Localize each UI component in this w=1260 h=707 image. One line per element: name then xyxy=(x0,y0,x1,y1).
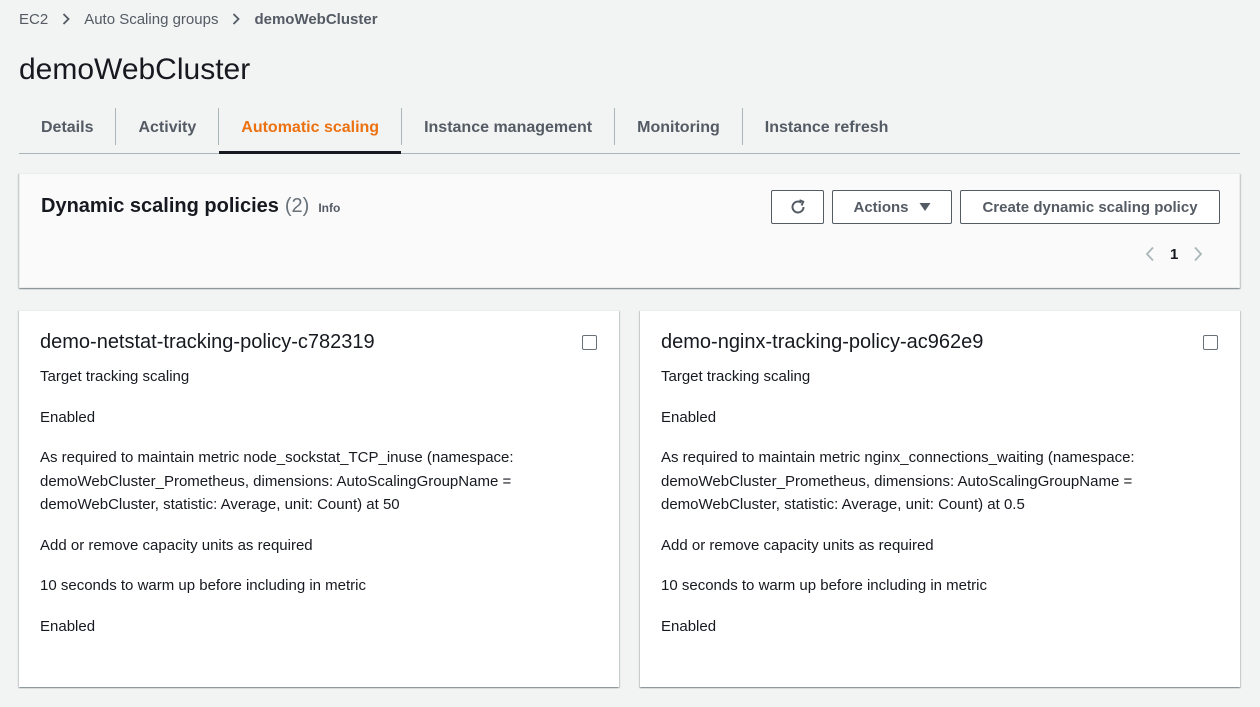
info-link[interactable]: Info xyxy=(318,201,340,215)
policy-name: demo-nginx-tracking-policy-ac962e9 xyxy=(661,331,984,353)
chevron-right-icon xyxy=(230,13,242,25)
breadcrumb-auto-scaling-groups[interactable]: Auto Scaling groups xyxy=(84,11,218,28)
breadcrumb: EC2 Auto Scaling groups demoWebCluster xyxy=(19,9,378,29)
refresh-icon xyxy=(789,198,807,216)
page-number[interactable]: 1 xyxy=(1170,246,1178,263)
policy-capacity: Add or remove capacity units as required xyxy=(40,536,313,554)
policy-description: As required to maintain metric nginx_con… xyxy=(661,449,1135,513)
policy-status: Enabled xyxy=(40,408,96,426)
policy-card: demo-netstat-tracking-policy-c782319 Tar… xyxy=(19,310,619,687)
tab-instance-management[interactable]: Instance management xyxy=(402,102,614,153)
policy-scale-in: Enabled xyxy=(40,617,96,635)
chevron-right-icon xyxy=(60,13,72,25)
create-dynamic-scaling-policy-button[interactable]: Create dynamic scaling policy xyxy=(960,190,1220,224)
chevron-left-icon[interactable] xyxy=(1140,244,1160,264)
policies-title: Dynamic scaling policies xyxy=(41,195,279,217)
policies-heading: Dynamic scaling policies (2) Info xyxy=(41,195,340,218)
policy-warmup: 10 seconds to warm up before including i… xyxy=(40,577,367,594)
tab-monitoring[interactable]: Monitoring xyxy=(615,102,742,153)
breadcrumb-ec2[interactable]: EC2 xyxy=(19,11,48,28)
actions-dropdown[interactable]: Actions xyxy=(832,190,952,224)
policy-warmup: 10 seconds to warm up before including i… xyxy=(661,577,988,594)
policy-description: As required to maintain metric node_sock… xyxy=(40,449,514,513)
policy-capacity: Add or remove capacity units as required xyxy=(661,536,934,554)
policy-checkbox[interactable] xyxy=(582,335,597,350)
policy-details: Target tracking scaling Enabled As requi… xyxy=(661,365,1181,655)
policy-checkbox[interactable] xyxy=(1203,335,1218,350)
page-title: demoWebCluster xyxy=(19,53,251,86)
policy-details: Target tracking scaling Enabled As requi… xyxy=(40,365,560,655)
tab-automatic-scaling[interactable]: Automatic scaling xyxy=(219,102,401,154)
policy-type: Target tracking scaling xyxy=(40,368,190,385)
policy-type: Target tracking scaling xyxy=(661,368,811,385)
policy-status: Enabled xyxy=(661,408,717,426)
policies-header: Dynamic scaling policies (2) Info Action… xyxy=(19,173,1240,288)
tab-details[interactable]: Details xyxy=(19,102,115,153)
chevron-right-icon[interactable] xyxy=(1188,244,1208,264)
tab-activity[interactable]: Activity xyxy=(116,102,218,153)
policy-name: demo-netstat-tracking-policy-c782319 xyxy=(40,331,375,353)
breadcrumb-current: demoWebCluster xyxy=(254,10,378,28)
policy-scale-in: Enabled xyxy=(661,617,717,635)
caret-down-icon xyxy=(919,202,931,212)
policies-count: (2) xyxy=(284,195,310,217)
tab-instance-refresh[interactable]: Instance refresh xyxy=(743,102,911,153)
policy-card: demo-nginx-tracking-policy-ac962e9 Targe… xyxy=(640,310,1240,687)
refresh-button[interactable] xyxy=(771,190,824,224)
pagination: 1 xyxy=(1140,242,1208,266)
tab-bar: Details Activity Automatic scaling Insta… xyxy=(19,102,1240,154)
actions-label: Actions xyxy=(853,198,909,216)
